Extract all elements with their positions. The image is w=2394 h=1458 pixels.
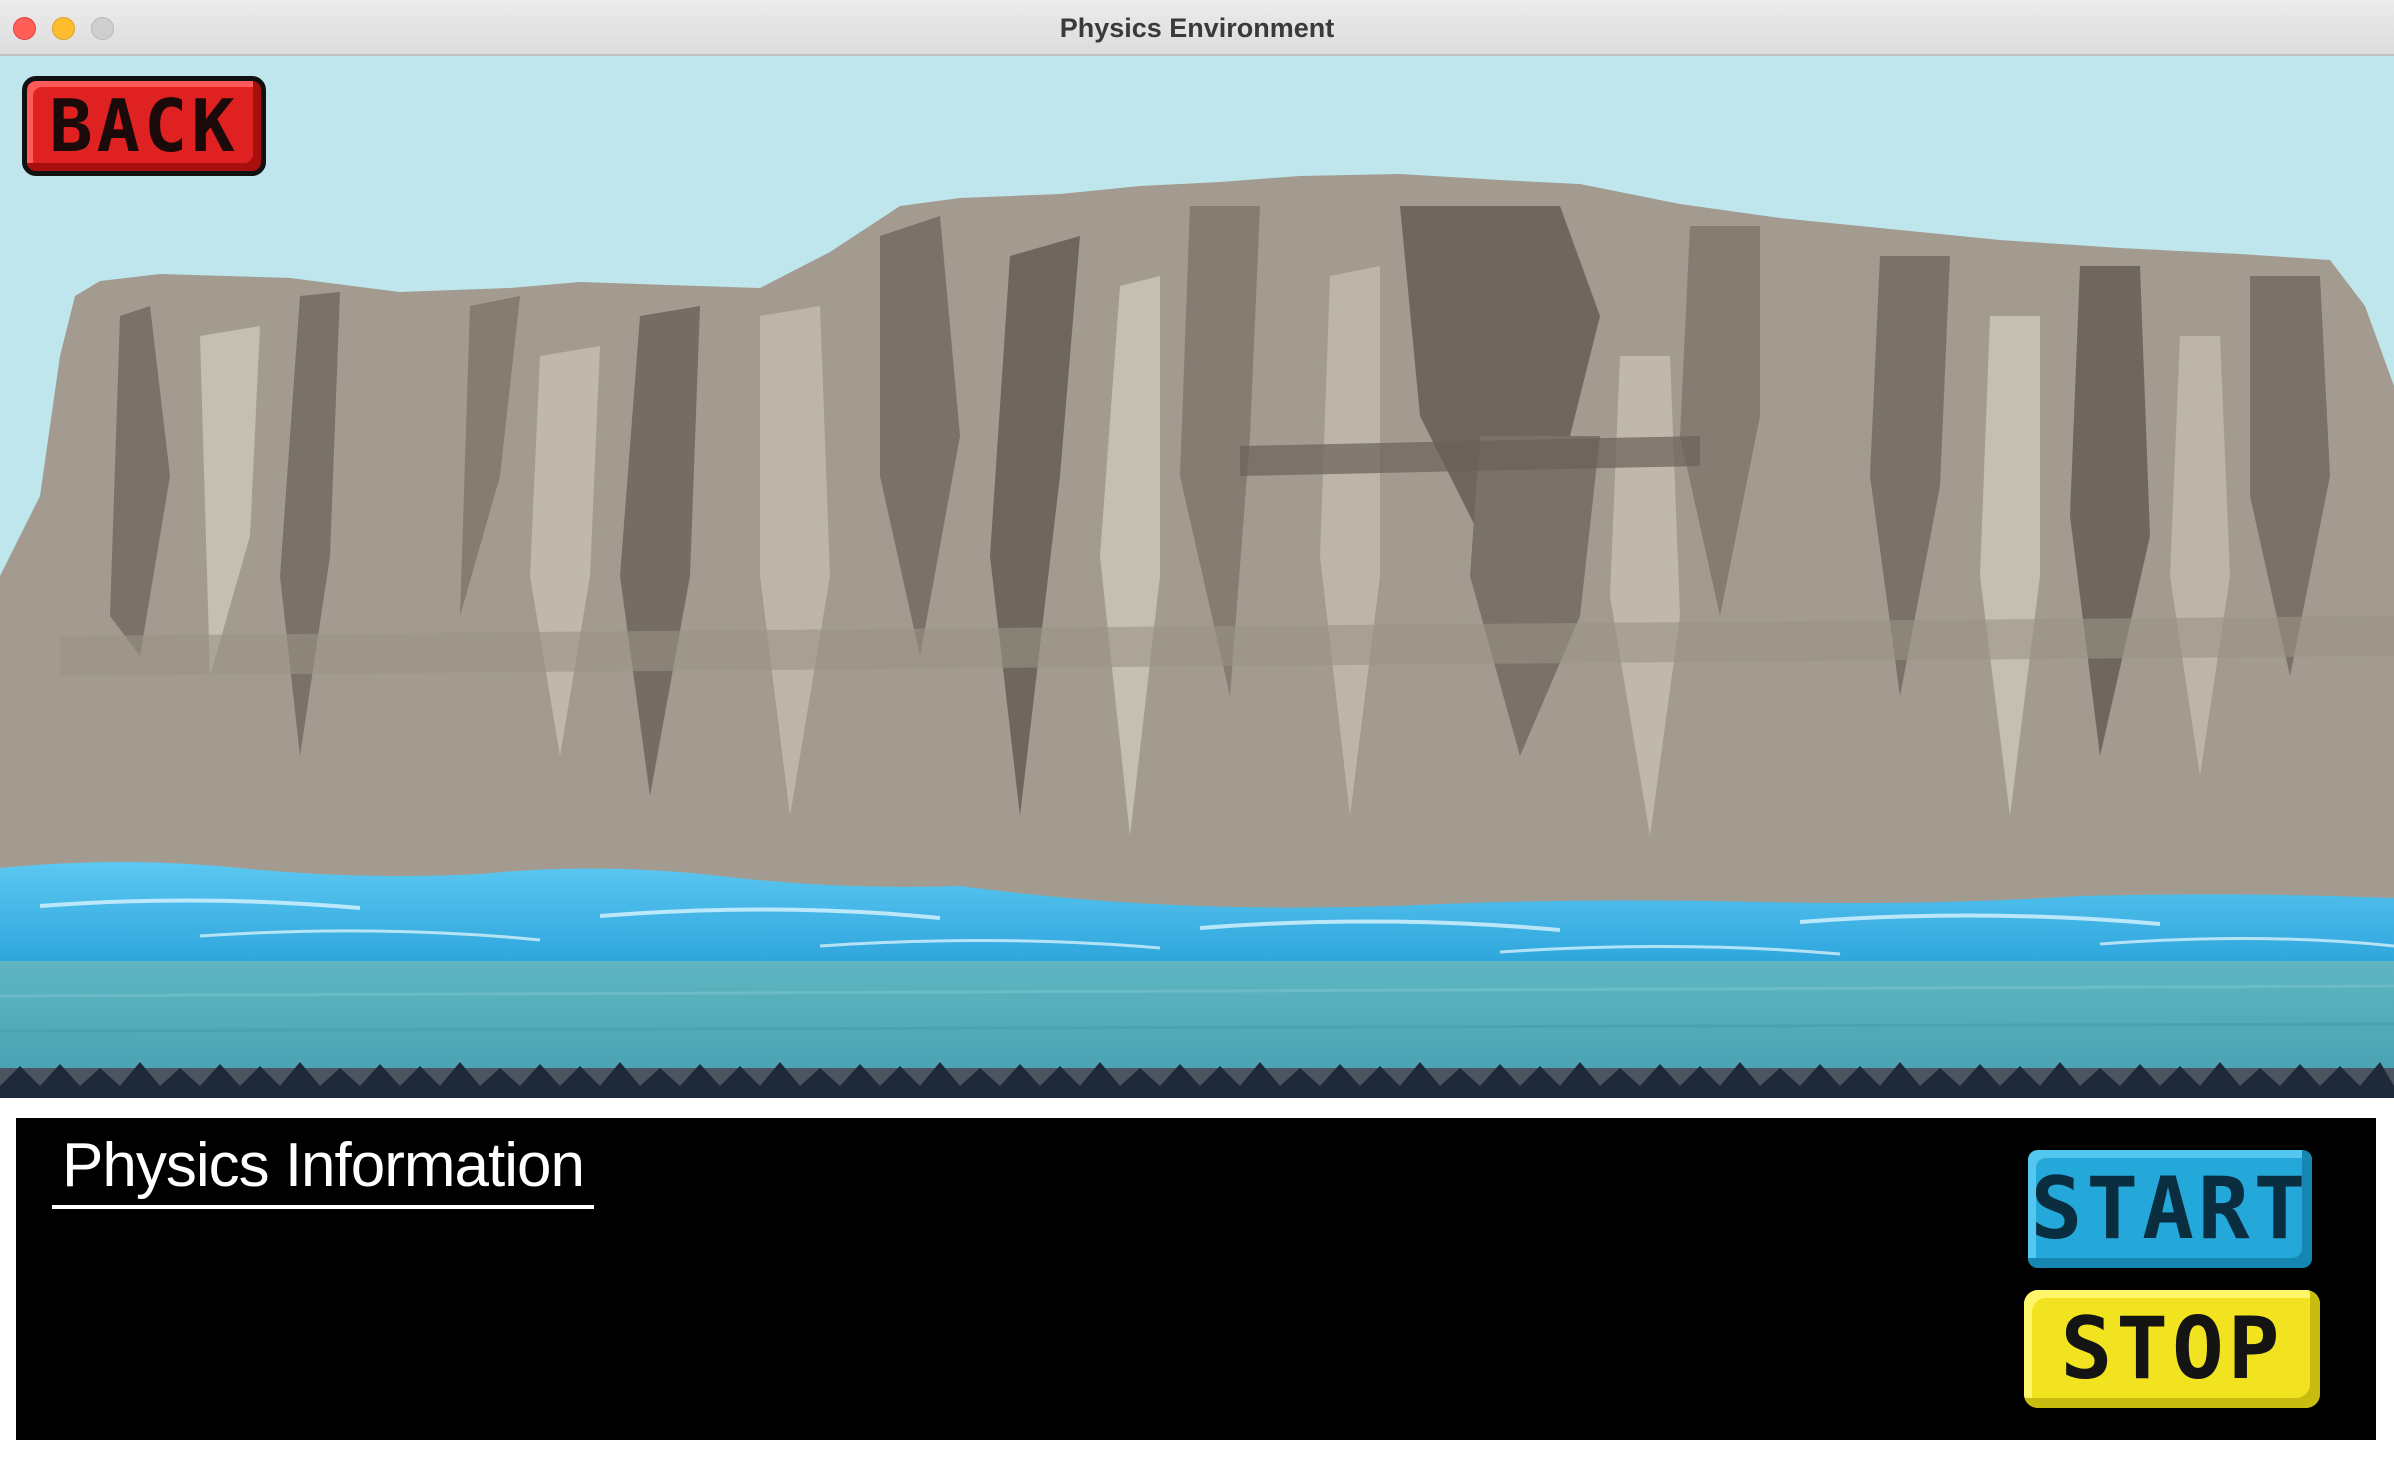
cliff	[0, 174, 2394, 946]
back-button[interactable]: BACK	[22, 76, 266, 176]
stop-button[interactable]: STOP	[2024, 1290, 2320, 1408]
cliff-scene-illustration	[0, 56, 2394, 1098]
physics-information-title: Physics Information	[52, 1130, 594, 1209]
start-button[interactable]: START	[2028, 1150, 2312, 1268]
window-title-bar: Physics Environment	[0, 0, 2394, 56]
window-title: Physics Environment	[1059, 13, 1335, 43]
physics-information-panel: Physics Information	[16, 1118, 2376, 1440]
physics-scene	[0, 56, 2394, 1098]
